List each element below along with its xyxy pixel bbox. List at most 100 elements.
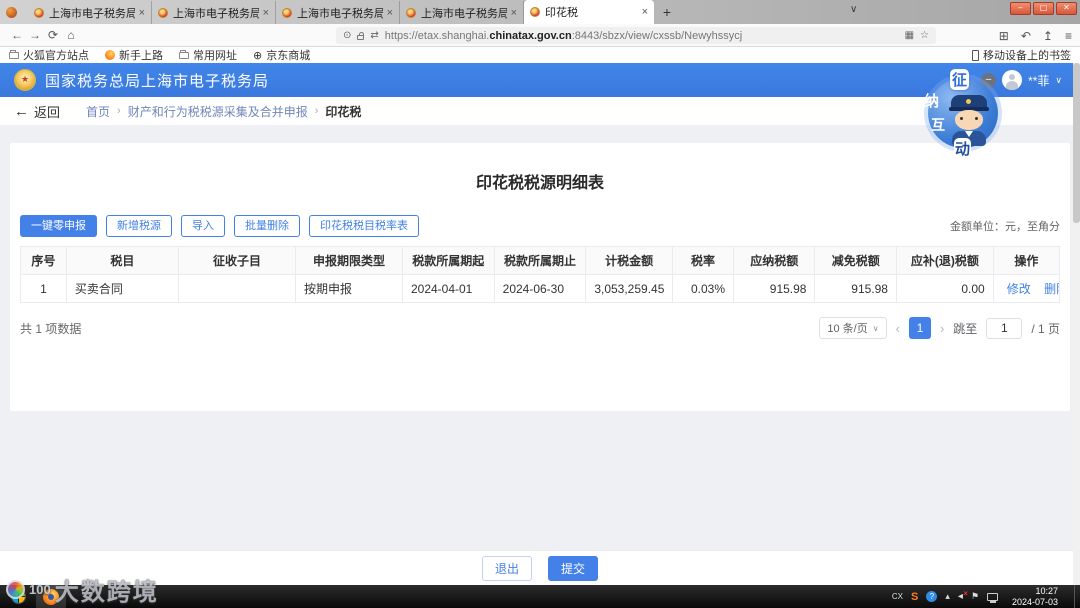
forward-icon[interactable]: →	[26, 28, 44, 42]
share-icon[interactable]: ↥	[1043, 29, 1053, 43]
bookmark-star-icon[interactable]: ☆	[920, 30, 929, 41]
mascot-char-na: 纳	[924, 93, 940, 110]
taskbar-clock[interactable]: 10:27 2024-07-03	[1006, 586, 1066, 608]
back-icon[interactable]: ←	[8, 28, 26, 42]
show-desktop-button[interactable]	[1074, 585, 1080, 608]
one-click-zero-declare-button[interactable]: 一键零申报	[20, 215, 97, 237]
lock-icon[interactable]	[357, 31, 365, 40]
container-swap-icon[interactable]: ⇄	[370, 30, 378, 41]
refresh-icon[interactable]: ⟳	[44, 28, 62, 42]
tray-cx-icon[interactable]: CX	[892, 592, 903, 601]
close-icon[interactable]: ×	[642, 6, 648, 18]
qr-code-icon[interactable]: ▦	[905, 30, 914, 41]
tray-s-icon[interactable]: S	[911, 591, 918, 603]
mobile-bookmarks[interactable]: 移动设备上的书签	[972, 47, 1071, 63]
interaction-mascot[interactable]: 征 纳 互 动	[923, 69, 1007, 159]
watermark-logo-number: 100	[29, 582, 51, 597]
back-button[interactable]: 返回	[34, 102, 60, 121]
list-all-tabs-icon[interactable]: ∨	[850, 4, 857, 15]
col-tax-item: 税目	[65, 246, 179, 275]
close-icon[interactable]: ×	[139, 7, 145, 19]
next-page-icon[interactable]: ›	[940, 321, 944, 336]
chevron-down-icon: ∨	[872, 323, 879, 333]
rate-table-button[interactable]: 印花税税目税率表	[309, 215, 419, 237]
amount-unit-note: 金额单位：元，至角分	[950, 221, 1060, 233]
minimize-button[interactable]: –	[1010, 2, 1031, 15]
scrollbar-thumb[interactable]	[1073, 63, 1080, 223]
delete-link[interactable]: 删除	[1044, 282, 1058, 296]
new-tab-button[interactable]: +	[654, 1, 680, 24]
maximize-button[interactable]: ▢	[1033, 2, 1054, 15]
batch-delete-button[interactable]: 批量删除	[234, 215, 300, 237]
network-icon[interactable]	[986, 592, 998, 603]
close-window-button[interactable]: ✕	[1056, 2, 1077, 15]
tax-favicon	[34, 7, 44, 18]
browser-tab-bar: 上海市电子税务局 × 上海市电子税务局 × 上海市电子税务局 × 上海市电子税务…	[0, 0, 1080, 24]
chevron-down-icon[interactable]: ∨	[1055, 75, 1062, 86]
page-size-select[interactable]: 10 条/页 ∨	[819, 317, 887, 339]
screenshot-icon[interactable]: ⊞	[999, 29, 1009, 43]
cell-rate: 0.03%	[671, 274, 735, 303]
tab-etax-2[interactable]: 上海市电子税务局 ×	[152, 1, 276, 24]
import-button[interactable]: 导入	[181, 215, 225, 237]
prev-page-icon[interactable]: ‹	[896, 321, 900, 336]
firefox-logo-icon[interactable]	[6, 7, 17, 18]
tab-etax-4[interactable]: 上海市电子税务局 ×	[400, 1, 524, 24]
close-icon[interactable]: ×	[387, 7, 393, 19]
submit-button[interactable]: 提交	[548, 555, 598, 581]
tray-help-icon[interactable]: ?	[926, 591, 938, 602]
history-icon[interactable]: ↶	[1021, 29, 1031, 43]
page-scrollbar[interactable]	[1073, 63, 1080, 585]
globe-icon: ⊕	[253, 49, 263, 62]
edit-link[interactable]: 修改	[1007, 282, 1031, 296]
clock-time: 10:27	[1035, 585, 1058, 596]
shield-icon[interactable]: ⊙	[343, 30, 351, 41]
bookmark-jd[interactable]: ⊕ 京东商城	[253, 47, 310, 63]
bookmark-getting-started[interactable]: 新手上路	[105, 47, 163, 63]
menu-icon[interactable]: ≡	[1065, 29, 1072, 43]
url-bar[interactable]: ⊙ ⇄ https://etax.shanghai.chinatax.gov.c…	[336, 27, 936, 44]
bookmark-folder-firefox-official[interactable]: 火狐官方站点	[9, 47, 89, 63]
tab-etax-1[interactable]: 上海市电子税务局 ×	[28, 1, 152, 24]
col-rate: 税率	[671, 246, 735, 275]
watermark-logo-icon	[6, 580, 25, 599]
breadcrumb-bar: ← 返回 首页 › 财产和行为税税源采集及合并申报 › 印花税	[0, 97, 1080, 125]
nav-right-icons: ⊞ ↶ ↥ ≡	[999, 24, 1072, 47]
total-count: 共 1 项数据	[20, 321, 82, 336]
toolbar: 一键零申报 新增税源 导入 批量删除 印花税税目税率表 金额单位：元，至角分	[20, 215, 1060, 237]
speaker-muted-icon[interactable]: ◂ ×	[958, 589, 968, 602]
site-header: 国家税务总局上海市电子税务局 – **菲 ∨	[0, 63, 1080, 97]
cell-reduction: 915.98	[814, 274, 897, 303]
tax-source-table: 序号 税目 征收子目 申报期限类型 税款所属期起 税款所属期止 计税金额 税率 …	[20, 246, 1061, 303]
col-period-end: 税款所属期止	[493, 246, 587, 275]
col-sub-item: 征收子目	[177, 246, 297, 275]
action-center-flag-icon[interactable]: ⚑	[971, 591, 979, 602]
exit-button[interactable]: 退出	[482, 555, 532, 581]
bookmark-folder-common-sites[interactable]: 常用网址	[179, 47, 237, 63]
tray-show-hidden-icon[interactable]: ▴	[945, 591, 950, 602]
col-seq: 序号	[20, 246, 67, 275]
table-header-row: 序号 税目 征收子目 申报期限类型 税款所属期起 税款所属期止 计税金额 税率 …	[20, 246, 1061, 275]
back-arrow-icon[interactable]: ←	[14, 103, 29, 120]
url-text[interactable]: https://etax.shanghai.chinatax.gov.cn:84…	[385, 30, 899, 42]
tab-etax-3[interactable]: 上海市电子税务局 ×	[276, 1, 400, 24]
breadcrumb-section[interactable]: 财产和行为税税源采集及合并申报	[128, 103, 308, 120]
window-controls: – ▢ ✕	[1010, 2, 1077, 15]
tabs: 上海市电子税务局 × 上海市电子税务局 × 上海市电子税务局 × 上海市电子税务…	[28, 0, 680, 24]
jump-page-input[interactable]	[986, 317, 1023, 339]
close-icon[interactable]: ×	[511, 7, 517, 19]
breadcrumb-home[interactable]: 首页	[86, 103, 110, 120]
folder-icon	[179, 49, 189, 59]
pager: 10 条/页 ∨ ‹ 1 › 跳至 / 1 页	[819, 317, 1060, 339]
add-tax-source-button[interactable]: 新增税源	[106, 215, 172, 237]
col-taxable-amount: 计税金额	[585, 246, 673, 275]
bookmarks-bar: 火狐官方站点 新手上路 常用网址 ⊕ 京东商城 移动设备上的书签	[0, 47, 1080, 63]
close-icon[interactable]: ×	[263, 7, 269, 19]
current-page-button[interactable]: 1	[908, 317, 931, 339]
tab-stamp-tax-active[interactable]: 印花税 ×	[524, 0, 654, 24]
system-tray: CX S ? ▴ ◂ × ⚑ 10:27 2024-07-03	[892, 585, 1080, 608]
home-icon[interactable]: ⌂	[62, 28, 80, 42]
cell-supplement: 0.00	[895, 274, 994, 303]
tax-favicon	[282, 7, 292, 18]
page-content: 印花税税源明细表 一键零申报 新增税源 导入 批量删除 印花税税目税率表 金额单…	[0, 125, 1080, 550]
